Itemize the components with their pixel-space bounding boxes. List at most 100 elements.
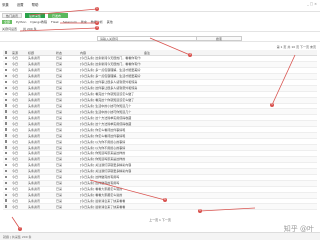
window-controls[interactable]: _ □ ×: [307, 2, 317, 6]
checkbox-icon[interactable]: [4, 140, 8, 143]
cell-content: [今日头条] 这个方法简单实用值得收藏: [80, 121, 132, 126]
cell-content: [今日头条] 这件事让很多人感到意外和惊喜: [80, 86, 138, 91]
cell-site: 头条资讯: [28, 163, 41, 168]
checkbox-icon[interactable]: [4, 74, 8, 78]
table-row[interactable]: 今日 头条资讯 已采 [今日头条] 最新消息来了快来看看: [3, 204, 317, 211]
cell-status: 已采: [56, 145, 63, 150]
cell-status: 已采: [56, 98, 63, 103]
cell-status: 已采: [56, 103, 63, 108]
pagination[interactable]: 上一页 1 下一页: [0, 218, 320, 222]
checkbox-icon[interactable]: [4, 181, 8, 185]
cell-source: 今日: [12, 151, 19, 156]
pager-info[interactable]: 第 1 页 共 10 页 下一页 末页: [277, 45, 316, 49]
checkbox-icon[interactable]: [4, 175, 8, 179]
cell-source: 今日: [12, 198, 19, 203]
tab-published[interactable]: 已发布: [48, 13, 69, 18]
cell-status: 已采: [56, 80, 63, 85]
checkbox-icon[interactable]: [4, 128, 8, 131]
cell-site: 头条资讯: [28, 139, 41, 144]
cell-site: 头条资讯: [28, 175, 41, 180]
checkbox-icon[interactable]: [4, 56, 8, 60]
checkbox-icon[interactable]: [4, 157, 8, 161]
cell-source: 今日: [12, 115, 19, 120]
cell-site: 头条资讯: [28, 92, 41, 97]
cell-content: [今日头条] 关注我们获取更多精彩内容: [80, 163, 132, 168]
cell-site: 头条资讯: [28, 204, 41, 209]
cell-content: [今日头条] 以为你不用担心的事情: [80, 145, 126, 150]
cell-source: 今日: [12, 175, 19, 180]
menu-item-settings[interactable]: 设置: [17, 2, 24, 7]
cell-content: [今日头条] 看完这个你就知道该怎么做了: [80, 92, 135, 97]
cell-source: 今日: [12, 80, 19, 85]
checkbox-icon[interactable]: [4, 98, 8, 102]
checkbox-icon[interactable]: [4, 134, 8, 137]
checkbox-icon[interactable]: [4, 92, 8, 96]
checkbox-icon[interactable]: [4, 163, 8, 167]
status-bar: 就绪 | 共采集 200 条: [0, 232, 320, 240]
checkbox-icon[interactable]: [4, 116, 8, 119]
cell-status: 已采: [56, 115, 63, 120]
category-django[interactable]: Django教程: [30, 20, 47, 24]
cell-site: 头条资讯: [28, 98, 41, 103]
cell-source: 今日: [12, 62, 19, 67]
cell-site: 头条资讯: [28, 109, 41, 114]
checkbox-icon[interactable]: [4, 51, 8, 54]
header-title: 标题: [28, 50, 35, 55]
cell-site: 头条资讯: [28, 151, 41, 156]
cell-source: 今日: [12, 86, 19, 91]
cell-content: [今日头条] 多一点包容理解，生活才能更美好一些: [80, 68, 141, 73]
checkbox-icon[interactable]: [4, 199, 8, 202]
checkbox-icon[interactable]: [4, 80, 8, 84]
cell-site: 头条资讯: [28, 56, 41, 61]
checkbox-icon[interactable]: [4, 110, 8, 113]
category-crawler[interactable]: 爬虫: [81, 20, 87, 24]
cell-status: 已采: [56, 198, 63, 203]
cell-site: 头条资讯: [28, 74, 41, 79]
cell-content: [今日头条] 你怎么看待这件事情呢: [80, 133, 126, 138]
menu-item-collect[interactable]: 采集: [2, 2, 9, 7]
cell-content: [今日头条] 多一点包容理解，生活才能更美好一些: [80, 74, 141, 79]
search-input[interactable]: 请输入关键词: [97, 35, 197, 41]
checkbox-icon[interactable]: [4, 205, 8, 208]
cell-content: [今日头条] 以为你不用担心的事情: [80, 139, 126, 144]
menu-item-help[interactable]: 帮助: [32, 2, 39, 7]
cell-site: 头条资讯: [28, 187, 41, 192]
cell-status: 已采: [56, 121, 63, 126]
header-status: 状态: [56, 50, 63, 55]
cell-site: 头条资讯: [28, 121, 41, 126]
cell-content: [今日头条] 关注我们获取更多精彩内容: [80, 169, 132, 174]
category-selenium[interactable]: Selenium: [63, 20, 77, 24]
checkbox-icon[interactable]: [4, 193, 8, 197]
category-other[interactable]: 其他: [107, 20, 113, 24]
cell-site: 头条资讯: [28, 127, 41, 132]
title-bar: 采集 设置 帮助 _ □ ×: [0, 0, 320, 12]
checkbox-icon[interactable]: [4, 187, 8, 191]
tab-latest[interactable]: 最新采集: [25, 13, 46, 18]
checkbox-icon[interactable]: [4, 122, 8, 125]
cell-source: 今日: [12, 139, 19, 144]
cell-content: [今日头条] 这件事让很多人感到意外和惊喜: [80, 80, 138, 85]
checkbox-icon[interactable]: [4, 68, 8, 72]
checkbox-icon[interactable]: [4, 104, 8, 107]
tab-hot[interactable]: 热门资讯: [2, 13, 23, 18]
checkbox-icon[interactable]: [4, 86, 8, 90]
search-button[interactable]: 搜索: [197, 35, 242, 41]
cell-source: 今日: [12, 193, 19, 198]
cell-content: [今日头条] 看看大家都怎么说的: [80, 187, 123, 192]
category-all[interactable]: 全部: [2, 20, 13, 24]
checkbox-icon[interactable]: [4, 62, 8, 66]
cell-status: 已采: [56, 109, 63, 114]
cell-content: [今日头条] 这条新闻今天很热门，看看你有什么看法: [80, 56, 141, 61]
checkbox-icon[interactable]: [4, 169, 8, 173]
keyword-row: 关键词设置 共 200 条: [0, 26, 320, 32]
cell-status: 已采: [56, 204, 63, 209]
cell-site: 头条资讯: [28, 133, 41, 138]
category-flask[interactable]: Flask: [51, 20, 59, 24]
keyword-settings-link[interactable]: 关键词设置: [2, 27, 17, 31]
checkbox-icon[interactable]: [4, 146, 8, 149]
category-python[interactable]: Python: [16, 20, 26, 24]
header-source: 来源: [12, 50, 19, 55]
cell-status: 已采: [56, 157, 63, 162]
cell-content: [今日头条] 你知道吗原来是这样的: [80, 157, 126, 162]
checkbox-icon[interactable]: [4, 151, 8, 155]
